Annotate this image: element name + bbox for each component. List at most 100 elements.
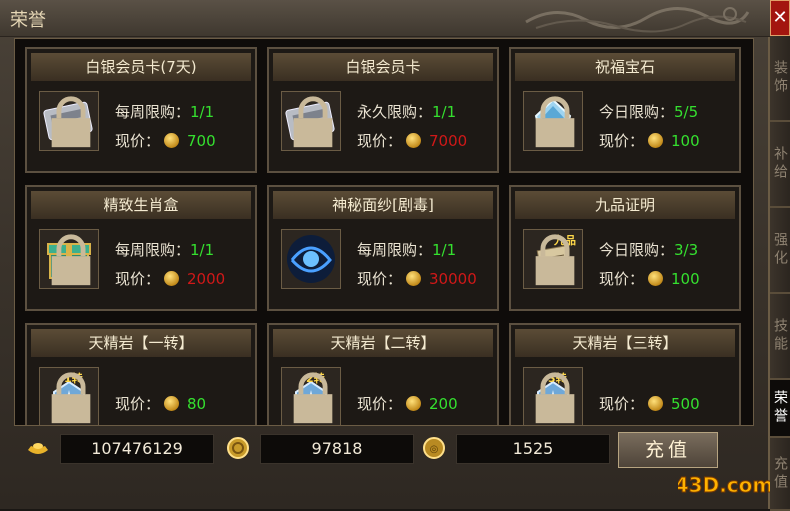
price-value: 500	[671, 395, 700, 413]
coin-icon	[648, 396, 664, 411]
title-bar[interactable]: 荣誉	[0, 0, 770, 37]
site-logo: 43D.com	[678, 473, 770, 498]
coin-icon	[164, 396, 180, 411]
coin-icon	[164, 271, 180, 286]
price-label: 现价：	[599, 270, 645, 288]
shop-item-card[interactable]: 白银会员卡 永久限购：1/1 现价： 7000	[267, 47, 499, 173]
purchase-limit: 每周限购：1/1	[357, 239, 456, 260]
close-button[interactable]: ✕	[770, 0, 790, 36]
tab-enhance[interactable]: 强化	[770, 208, 790, 294]
shop-item-card[interactable]: 祝福宝石 今日限购：5/5 现价： 100	[509, 47, 741, 173]
price-row: 现价： 100	[599, 268, 700, 289]
shop-item-card[interactable]: 天精岩【二转】 2转 现价： 200	[267, 323, 499, 425]
price-row: 现价： 700	[115, 130, 216, 151]
sky-stone-icon[interactable]: 3转	[523, 367, 583, 425]
side-tab-bar: 装饰 补给 强化 技能 荣誉 充值	[770, 36, 790, 511]
zodiac-box-icon[interactable]	[39, 229, 99, 289]
lock-icon	[535, 234, 575, 286]
coin-icon	[648, 133, 664, 148]
price-row: 现价： 7000	[357, 130, 467, 151]
price-value: 2000	[187, 270, 226, 288]
window-title: 荣誉	[10, 10, 46, 31]
limit-value: 1/1	[190, 103, 215, 121]
scroll-icon[interactable]: 九品	[523, 229, 583, 289]
sky-stone-icon[interactable]: 1转	[39, 367, 99, 425]
item-name: 天精岩【一转】	[31, 329, 251, 357]
coin-icon	[406, 396, 422, 411]
shop-item-card[interactable]: 天精岩【三转】 3转 现价： 500	[509, 323, 741, 425]
limit-label: 今日限购：	[599, 241, 675, 259]
limit-label: 每周限购：	[357, 241, 433, 259]
currency-bar: 107476129 97818 ◎ 1525 充值	[14, 426, 754, 472]
limit-value: 1/1	[432, 103, 457, 121]
lock-icon	[293, 372, 333, 424]
price-value: 700	[187, 132, 216, 150]
price-label: 现价：	[599, 132, 645, 150]
coin-icon	[406, 133, 422, 148]
gold-coin-icon	[227, 437, 249, 459]
tab-skill[interactable]: 技能	[770, 294, 790, 380]
tab-honor[interactable]: 荣誉	[770, 380, 790, 438]
price-row: 现价： 200	[357, 393, 458, 414]
shop-item-card[interactable]: 九品证明 九品 今日限购：3/3 现价： 100	[509, 185, 741, 311]
purchase-limit: 每周限购：1/1	[115, 239, 214, 260]
item-grid: 白银会员卡(7天) 每周限购：1/1 现价： 700 白银会员卡 永久限购：1/1…	[14, 38, 754, 426]
sky-stone-icon[interactable]: 2转	[281, 367, 341, 425]
price-label: 现价：	[357, 132, 403, 150]
lock-icon	[51, 96, 91, 148]
price-row: 现价： 100	[599, 130, 700, 151]
purchase-limit: 今日限购：3/3	[599, 239, 698, 260]
item-name: 祝福宝石	[515, 53, 735, 81]
gold-coin-balance: 97818	[260, 434, 414, 464]
price-row: 现价： 30000	[357, 268, 477, 289]
honor-coin-balance: 1525	[456, 434, 610, 464]
item-name: 九品证明	[515, 191, 735, 219]
gold-ingot-balance: 107476129	[60, 434, 214, 464]
purchase-limit: 永久限购：1/1	[357, 101, 456, 122]
coin-icon	[164, 133, 180, 148]
shop-item-card[interactable]: 天精岩【一转】 1转 现价： 80	[25, 323, 257, 425]
mystic-veil-icon[interactable]	[281, 229, 341, 289]
price-value: 7000	[429, 132, 468, 150]
item-name: 天精岩【三转】	[515, 329, 735, 357]
price-row: 现价： 500	[599, 393, 700, 414]
lock-icon	[535, 372, 575, 424]
price-value: 80	[187, 395, 207, 413]
tab-decoration[interactable]: 装饰	[770, 36, 790, 122]
price-value: 100	[671, 270, 700, 288]
lock-icon	[51, 372, 91, 424]
logo-text: 43D.com	[678, 473, 770, 497]
item-name: 精致生肖盒	[31, 191, 251, 219]
price-label: 现价：	[357, 270, 403, 288]
shop-item-card[interactable]: 白银会员卡(7天) 每周限购：1/1 现价： 700	[25, 47, 257, 173]
limit-value: 5/5	[674, 103, 699, 121]
price-row: 现价： 80	[115, 393, 206, 414]
item-name: 天精岩【二转】	[273, 329, 493, 357]
dragon-ornament-icon	[525, 6, 750, 33]
silver-card-icon[interactable]	[281, 91, 341, 151]
item-name: 白银会员卡(7天)	[31, 53, 251, 81]
limit-value: 1/1	[190, 241, 215, 259]
price-label: 现价：	[115, 395, 161, 413]
item-name: 神秘面纱[剧毒]	[273, 191, 493, 219]
tab-supply[interactable]: 补给	[770, 122, 790, 208]
price-label: 现价：	[115, 270, 161, 288]
shop-item-card[interactable]: 神秘面纱[剧毒] 每周限购：1/1 现价： 30000	[267, 185, 499, 311]
lock-icon	[293, 96, 333, 148]
purchase-limit: 每周限购：1/1	[115, 101, 214, 122]
item-name: 白银会员卡	[273, 53, 493, 81]
silver-card-icon[interactable]	[39, 91, 99, 151]
shop-item-card[interactable]: 精致生肖盒 每周限购：1/1 现价： 2000	[25, 185, 257, 311]
coin-icon	[648, 271, 664, 286]
limit-label: 每周限购：	[115, 241, 191, 259]
tab-recharge[interactable]: 充值	[770, 438, 790, 511]
recharge-button[interactable]: 充值	[618, 432, 718, 468]
price-value: 100	[671, 132, 700, 150]
limit-label: 今日限购：	[599, 103, 675, 121]
purchase-limit: 今日限购：5/5	[599, 101, 698, 122]
limit-value: 3/3	[674, 241, 699, 259]
price-value: 30000	[429, 270, 477, 288]
honor-shop-window: 荣誉 白银会员卡(7天) 每周限购：1/1 现价： 700 白银会员卡 永久限购：…	[0, 0, 770, 509]
price-label: 现价：	[599, 395, 645, 413]
blessing-gem-icon[interactable]	[523, 91, 583, 151]
